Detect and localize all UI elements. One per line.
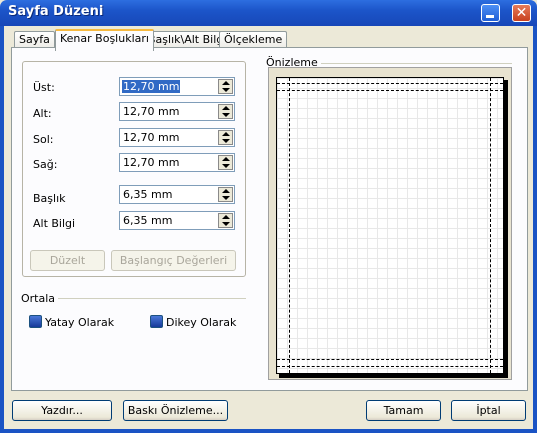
arrow-down-icon <box>222 113 230 117</box>
arrow-up-icon <box>222 81 230 85</box>
arrow-down-icon <box>222 164 230 168</box>
horizontal-checkbox[interactable] <box>29 315 42 328</box>
window-title: Sayfa Düzeni <box>8 4 104 19</box>
footer-margin-value[interactable]: 6,35 mm <box>122 214 173 227</box>
header-margin-label: Başlık <box>33 192 66 205</box>
left-margin-stepper[interactable]: 12,70 mm <box>119 128 235 147</box>
arrow-up-icon <box>222 157 230 161</box>
top-margin-guide <box>277 90 503 91</box>
page-setup-window: Sayfa Düzeni ✕ Sayfa Kenar Boşlukları Ba… <box>0 0 537 433</box>
spin-arrows[interactable] <box>218 104 233 119</box>
footer-margin-label: Alt Bilgi <box>33 217 76 230</box>
header-guide <box>277 83 503 84</box>
close-button[interactable]: ✕ <box>512 4 531 22</box>
spin-arrows[interactable] <box>218 130 233 145</box>
right-margin-guide <box>490 78 491 373</box>
bottom-margin-stepper[interactable]: 12,70 mm <box>119 102 235 121</box>
reset-defaults-button[interactable]: Başlangıç Değerleri <box>111 250 236 271</box>
page-shadow <box>279 374 508 378</box>
top-margin-value[interactable]: 12,70 mm <box>122 80 181 93</box>
window-frame-bottom <box>0 429 537 433</box>
right-margin-label: Sağ: <box>33 158 58 171</box>
header-margin-value[interactable]: 6,35 mm <box>122 188 173 201</box>
cancel-button[interactable]: İptal <box>451 400 526 421</box>
vertical-label[interactable]: Dikey Olarak <box>166 316 236 329</box>
horizontal-label[interactable]: Yatay Olarak <box>45 316 114 329</box>
right-margin-value[interactable]: 12,70 mm <box>122 156 180 169</box>
center-section-title: Ortala <box>21 292 59 305</box>
preview-page <box>276 77 504 374</box>
bottom-margin-label: Alt: <box>33 107 52 120</box>
arrow-up-icon <box>222 106 230 110</box>
right-margin-stepper[interactable]: 12,70 mm <box>119 153 235 172</box>
fix-button[interactable]: Düzelt <box>30 250 105 271</box>
close-icon: ✕ <box>515 5 528 21</box>
arrow-down-icon <box>222 139 230 143</box>
tab-kenar-bosluklari[interactable]: Kenar Boşlukları <box>55 29 154 51</box>
title-bar[interactable]: Sayfa Düzeni ✕ <box>0 0 537 26</box>
print-button[interactable]: Yazdır... <box>12 400 112 421</box>
arrow-up-icon <box>222 132 230 136</box>
arrow-up-icon <box>222 215 230 219</box>
arrow-down-icon <box>222 88 230 92</box>
spin-arrows[interactable] <box>218 155 233 170</box>
vertical-checkbox[interactable] <box>150 315 163 328</box>
print-preview-button[interactable]: Baskı Önizleme... <box>123 400 228 421</box>
arrow-up-icon <box>222 189 230 193</box>
top-margin-label: Üst: <box>33 81 55 94</box>
minimize-icon <box>486 15 494 18</box>
minimize-button[interactable] <box>481 4 500 22</box>
ok-button[interactable]: Tamam <box>366 400 441 421</box>
footer-guide <box>277 366 503 367</box>
left-margin-guide <box>289 78 290 373</box>
arrow-down-icon <box>222 196 230 200</box>
bottom-margin-value[interactable]: 12,70 mm <box>122 105 180 118</box>
spin-arrows[interactable] <box>218 79 233 94</box>
arrow-down-icon <box>222 222 230 226</box>
footer-margin-stepper[interactable]: 6,35 mm <box>119 211 235 230</box>
header-margin-stepper[interactable]: 6,35 mm <box>119 185 235 204</box>
window-frame-left <box>0 26 4 433</box>
bottom-margin-guide <box>277 359 503 360</box>
left-margin-value[interactable]: 12,70 mm <box>122 131 180 144</box>
window-frame-right <box>533 26 537 433</box>
top-margin-stepper[interactable]: 12,70 mm <box>119 77 235 96</box>
spin-arrows[interactable] <box>218 213 233 228</box>
spin-arrows[interactable] <box>218 187 233 202</box>
left-margin-label: Sol: <box>33 133 54 146</box>
page-shadow <box>504 80 508 377</box>
